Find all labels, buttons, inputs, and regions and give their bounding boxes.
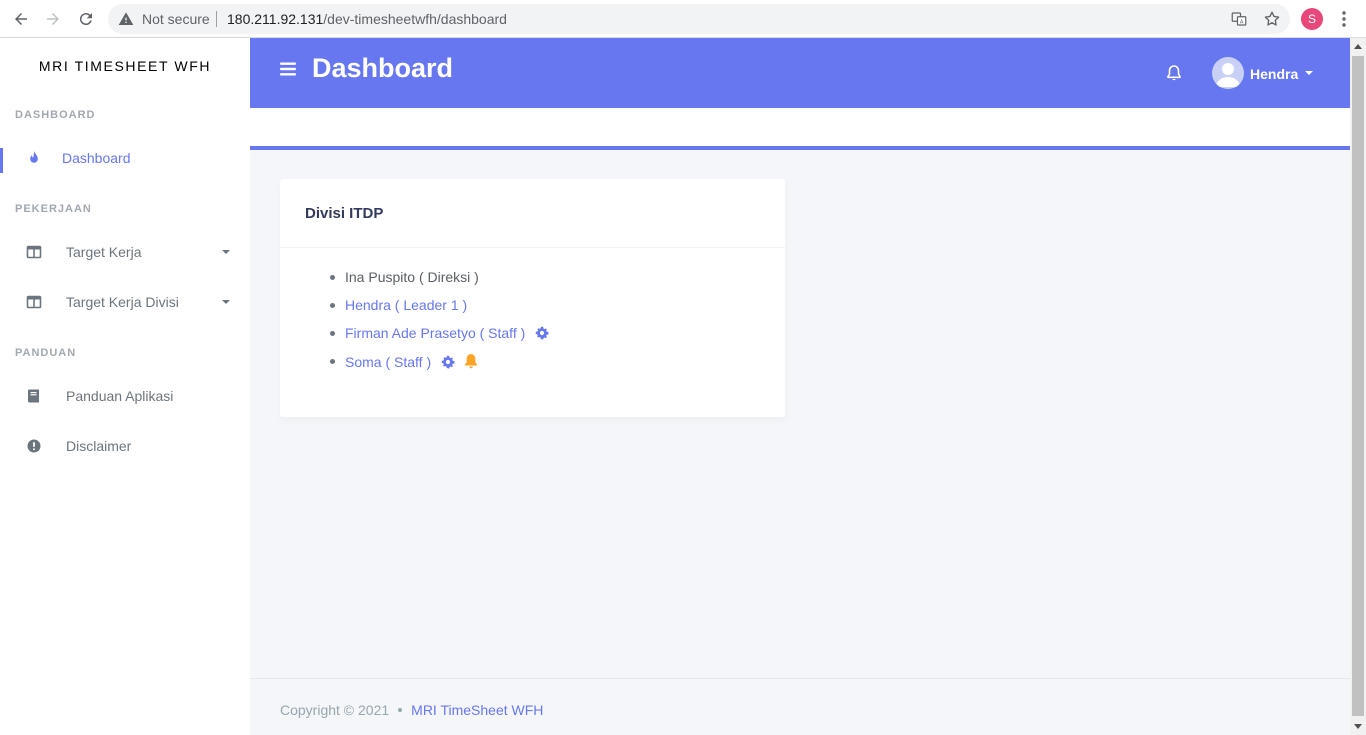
sidebar-item-label: Dashboard <box>62 150 131 166</box>
sidebar-item-label: Target Kerja <box>66 244 142 260</box>
separator-dot <box>398 708 403 712</box>
sidebar-item-label: Panduan Aplikasi <box>66 388 174 404</box>
bullet <box>330 331 335 336</box>
section-header <box>250 108 1350 150</box>
menu-header-pekerjaan: PEKERJAAN <box>15 203 92 215</box>
bullet <box>330 275 335 280</box>
gear-icon[interactable] <box>535 326 549 340</box>
member-link[interactable]: Firman Ade Prasetyo ( Staff ) <box>345 325 525 341</box>
back-button[interactable] <box>8 6 34 32</box>
top-navbar: Dashboard Hendra <box>250 38 1350 108</box>
menu-header-dashboard: DASHBOARD <box>15 109 96 121</box>
star-icon[interactable] <box>1263 10 1281 28</box>
columns-icon <box>26 245 42 259</box>
bell-icon[interactable] <box>463 353 479 369</box>
member-list: Ina Puspito ( Direksi ) Hendra ( Leader … <box>310 269 549 381</box>
menu-kebab-icon[interactable] <box>1336 10 1352 28</box>
bullet <box>330 359 335 364</box>
sidebar-item-label: Target Kerja Divisi <box>66 294 179 310</box>
sidebar-item-disclaimer[interactable]: Disclaimer <box>0 424 250 468</box>
scroll-down-arrow[interactable] <box>1354 724 1362 729</box>
page-title: Dashboard <box>312 53 454 83</box>
fire-icon <box>30 151 38 163</box>
scrollbar[interactable] <box>1350 38 1366 735</box>
app-link[interactable]: MRI TimeSheet WFH <box>411 702 543 718</box>
card-header: Divisi ITDP <box>280 179 785 248</box>
arrow-right-icon <box>47 13 59 25</box>
reload-icon <box>79 13 92 26</box>
sidebar-item-label: Disclaimer <box>66 438 132 454</box>
list-item: Ina Puspito ( Direksi ) <box>310 269 549 297</box>
address-bar[interactable]: Not secure 180.211.92.131/dev-timesheetw… <box>108 4 1290 34</box>
book-icon <box>28 389 39 403</box>
user-name[interactable]: Hendra <box>1250 66 1298 82</box>
user-avatar-icon <box>1216 63 1240 87</box>
footer: Copyright © 2021 MRI TimeSheet WFH <box>250 678 1350 735</box>
member-link[interactable]: Hendra ( Leader 1 ) <box>345 297 467 313</box>
copyright-text: Copyright © 2021 <box>280 702 390 718</box>
division-card: Divisi ITDP Ina Puspito ( Direksi ) Hend… <box>280 179 785 417</box>
member-link[interactable]: Soma ( Staff ) <box>345 354 431 370</box>
user-avatar[interactable] <box>1212 57 1244 89</box>
profile-avatar[interactable]: S <box>1301 8 1323 30</box>
list-item: Soma ( Staff ) <box>310 353 549 381</box>
url-host: 180.211.92.131 <box>227 11 324 27</box>
reload-button[interactable] <box>73 6 99 32</box>
brand-title[interactable]: MRI TIMESHEET WFH <box>0 58 250 74</box>
notification-bell-icon[interactable] <box>1165 64 1183 82</box>
card-title: Divisi ITDP <box>305 205 384 222</box>
caret-down-icon <box>222 250 230 254</box>
url-text[interactable]: 180.211.92.131/dev-timesheetwfh/dashboar… <box>227 11 507 27</box>
exclamation-circle-icon <box>27 439 41 453</box>
svg-text:A: A <box>1240 20 1244 26</box>
sidebar: MRI TIMESHEET WFH DASHBOARD Dashboard PE… <box>0 38 250 735</box>
hamburger-menu-icon[interactable] <box>280 61 296 77</box>
list-item: Firman Ade Prasetyo ( Staff ) <box>310 325 549 353</box>
translate-icon[interactable]: A <box>1230 10 1248 28</box>
scroll-up-arrow[interactable] <box>1354 44 1362 49</box>
security-label[interactable]: Not secure <box>142 11 210 27</box>
forward-button[interactable] <box>40 6 66 32</box>
caret-down-icon[interactable] <box>1305 71 1313 75</box>
arrow-left-icon <box>15 13 27 25</box>
url-path: /dev-timesheetwfh/dashboard <box>323 11 507 27</box>
gear-icon[interactable] <box>441 355 455 369</box>
scroll-thumb[interactable] <box>1352 56 1364 716</box>
active-indicator <box>0 148 3 173</box>
bullet <box>330 303 335 308</box>
sidebar-item-dashboard[interactable]: Dashboard <box>0 136 250 180</box>
sidebar-item-panduan-aplikasi[interactable]: Panduan Aplikasi <box>0 374 250 418</box>
member-name: Ina Puspito ( Direksi ) <box>345 269 479 285</box>
main-content: Dashboard Hendra Divisi ITDP Ina Puspito… <box>250 38 1350 735</box>
footer-text: Copyright © 2021 MRI TimeSheet WFH <box>280 702 543 718</box>
sidebar-item-target-kerja[interactable]: Target Kerja <box>0 230 250 274</box>
browser-toolbar: Not secure 180.211.92.131/dev-timesheetw… <box>0 0 1366 38</box>
columns-icon <box>26 295 42 309</box>
warning-icon <box>118 12 134 25</box>
caret-down-icon <box>222 300 230 304</box>
menu-header-panduan: PANDUAN <box>15 347 77 359</box>
sidebar-item-target-kerja-divisi[interactable]: Target Kerja Divisi <box>0 280 250 324</box>
divider <box>216 11 217 27</box>
list-item: Hendra ( Leader 1 ) <box>310 297 549 325</box>
